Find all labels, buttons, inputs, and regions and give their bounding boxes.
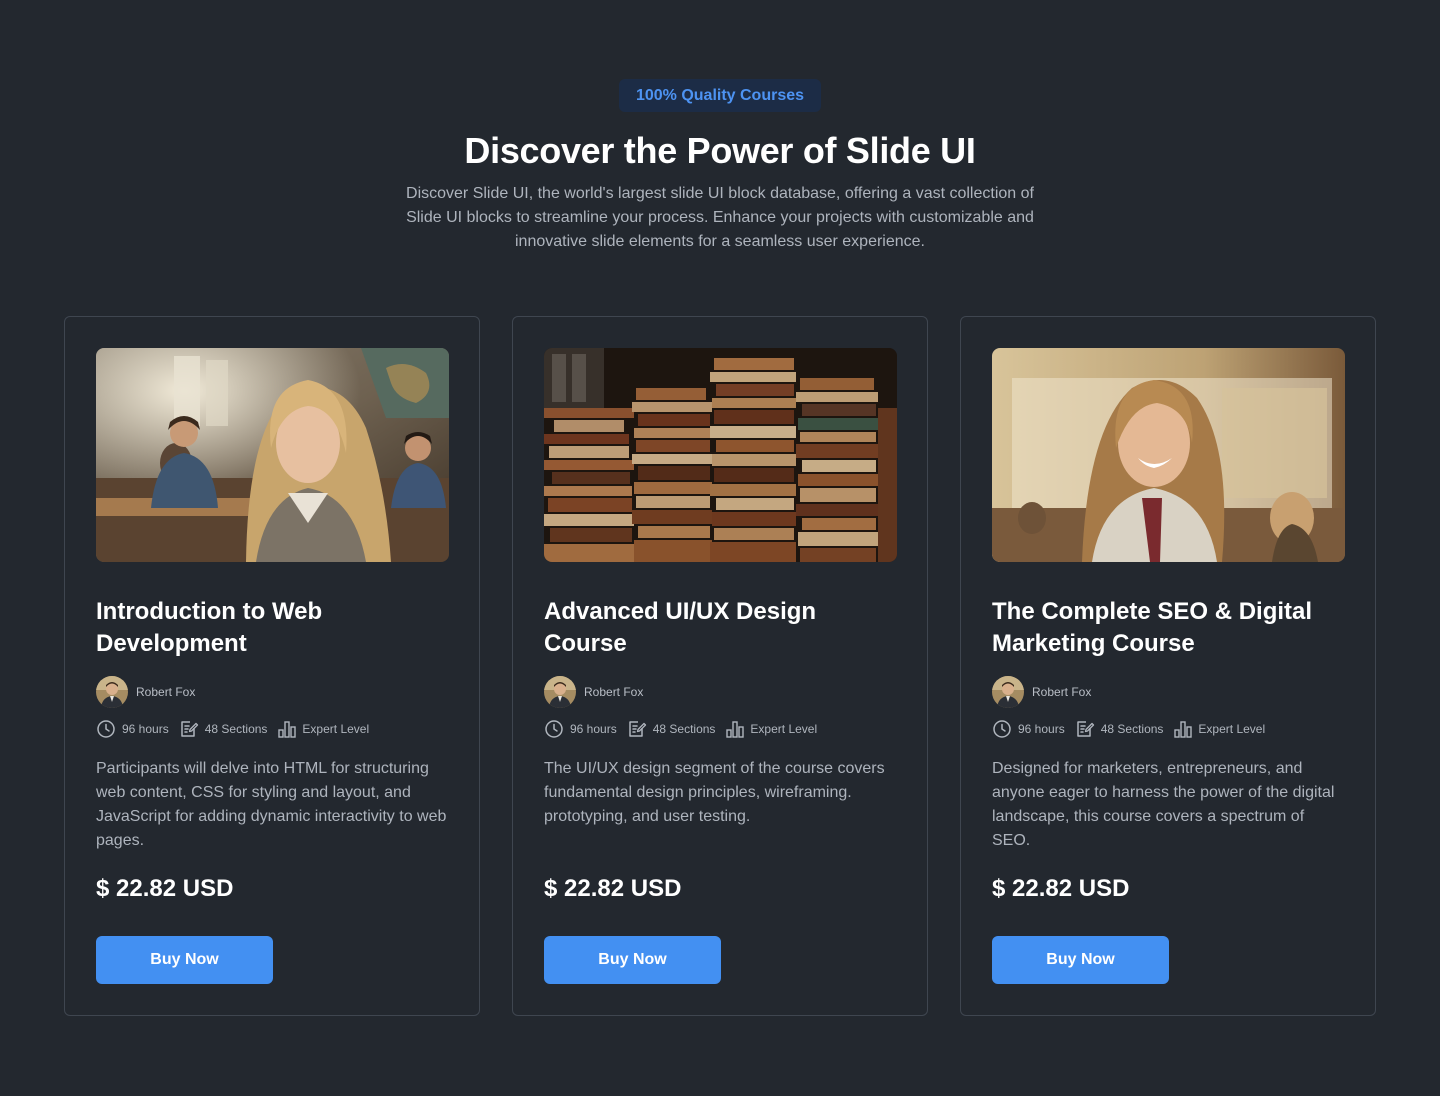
course-description: Designed for marketers, entrepreneurs, a…	[992, 760, 1335, 849]
avatar	[992, 676, 1024, 708]
level-info: Expert Level	[277, 719, 369, 739]
course-price: $ 22.82 USD	[96, 875, 234, 902]
course-description: The UI/UX design segment of the course c…	[544, 760, 885, 825]
buy-now-button[interactable]: Buy Now	[544, 936, 721, 984]
course-cards: Introduction to Web Development Robert F…	[64, 316, 1376, 1016]
duration-info: 96 hours	[992, 719, 1065, 739]
level-text: Expert Level	[1198, 722, 1266, 736]
clock-icon	[544, 719, 564, 739]
sections-text: 48 Sections	[204, 722, 268, 736]
edit-note-icon	[179, 719, 199, 739]
bar-chart-icon	[1173, 719, 1193, 739]
level-info: Expert Level	[1173, 719, 1265, 739]
level-text: Expert Level	[302, 722, 370, 736]
sections-info: 48 Sections	[1075, 719, 1164, 739]
course-card: Introduction to Web Development Robert F…	[64, 316, 480, 1016]
course-meta: 96 hours 48 Sections Expert Level	[96, 719, 448, 739]
duration-info: 96 hours	[544, 719, 617, 739]
course-title[interactable]: The Complete SEO & Digital Marketing Cou…	[992, 596, 1344, 660]
smiling-student-photo	[992, 348, 1345, 562]
duration-text: 96 hours	[1018, 722, 1065, 736]
course-author: Robert Fox	[96, 676, 448, 708]
course-author: Robert Fox	[992, 676, 1344, 708]
clock-icon	[992, 719, 1012, 739]
avatar	[96, 676, 128, 708]
section-header: 100% Quality Courses Discover the Power …	[0, 79, 1440, 254]
buy-now-button[interactable]: Buy Now	[96, 936, 273, 984]
course-meta: 96 hours 48 Sections Expert Level	[992, 719, 1344, 739]
sections-text: 48 Sections	[1100, 722, 1164, 736]
course-title[interactable]: Advanced UI/UX Design Course	[544, 596, 896, 660]
author-name: Robert Fox	[584, 685, 644, 699]
buy-now-button[interactable]: Buy Now	[992, 936, 1169, 984]
level-text: Expert Level	[750, 722, 818, 736]
edit-note-icon	[1075, 719, 1095, 739]
book-stacks-photo	[544, 348, 897, 562]
avatar	[544, 676, 576, 708]
author-name: Robert Fox	[1032, 685, 1092, 699]
course-title[interactable]: Introduction to Web Development	[96, 596, 448, 660]
course-author: Robert Fox	[544, 676, 896, 708]
bar-chart-icon	[725, 719, 745, 739]
bar-chart-icon	[277, 719, 297, 739]
quality-badge: 100% Quality Courses	[618, 79, 822, 112]
edit-note-icon	[627, 719, 647, 739]
course-card: The Complete SEO & Digital Marketing Cou…	[960, 316, 1376, 1016]
course-card: Advanced UI/UX Design Course Robert Fox …	[512, 316, 928, 1016]
page-title: Discover the Power of Slide UI	[464, 130, 976, 171]
course-meta: 96 hours 48 Sections Expert Level	[544, 719, 896, 739]
author-name: Robert Fox	[136, 685, 196, 699]
duration-text: 96 hours	[122, 722, 169, 736]
duration-text: 96 hours	[570, 722, 617, 736]
classroom-student-photo	[96, 348, 449, 562]
course-description: Participants will delve into HTML for st…	[96, 760, 447, 849]
page-subtitle: Discover Slide UI, the world's largest s…	[406, 185, 1034, 250]
courses-page: 100% Quality Courses Discover the Power …	[0, 0, 1440, 1096]
course-price: $ 22.82 USD	[992, 875, 1130, 902]
sections-info: 48 Sections	[627, 719, 716, 739]
level-info: Expert Level	[725, 719, 817, 739]
course-price: $ 22.82 USD	[544, 875, 682, 902]
duration-info: 96 hours	[96, 719, 169, 739]
clock-icon	[96, 719, 116, 739]
sections-info: 48 Sections	[179, 719, 268, 739]
sections-text: 48 Sections	[652, 722, 716, 736]
